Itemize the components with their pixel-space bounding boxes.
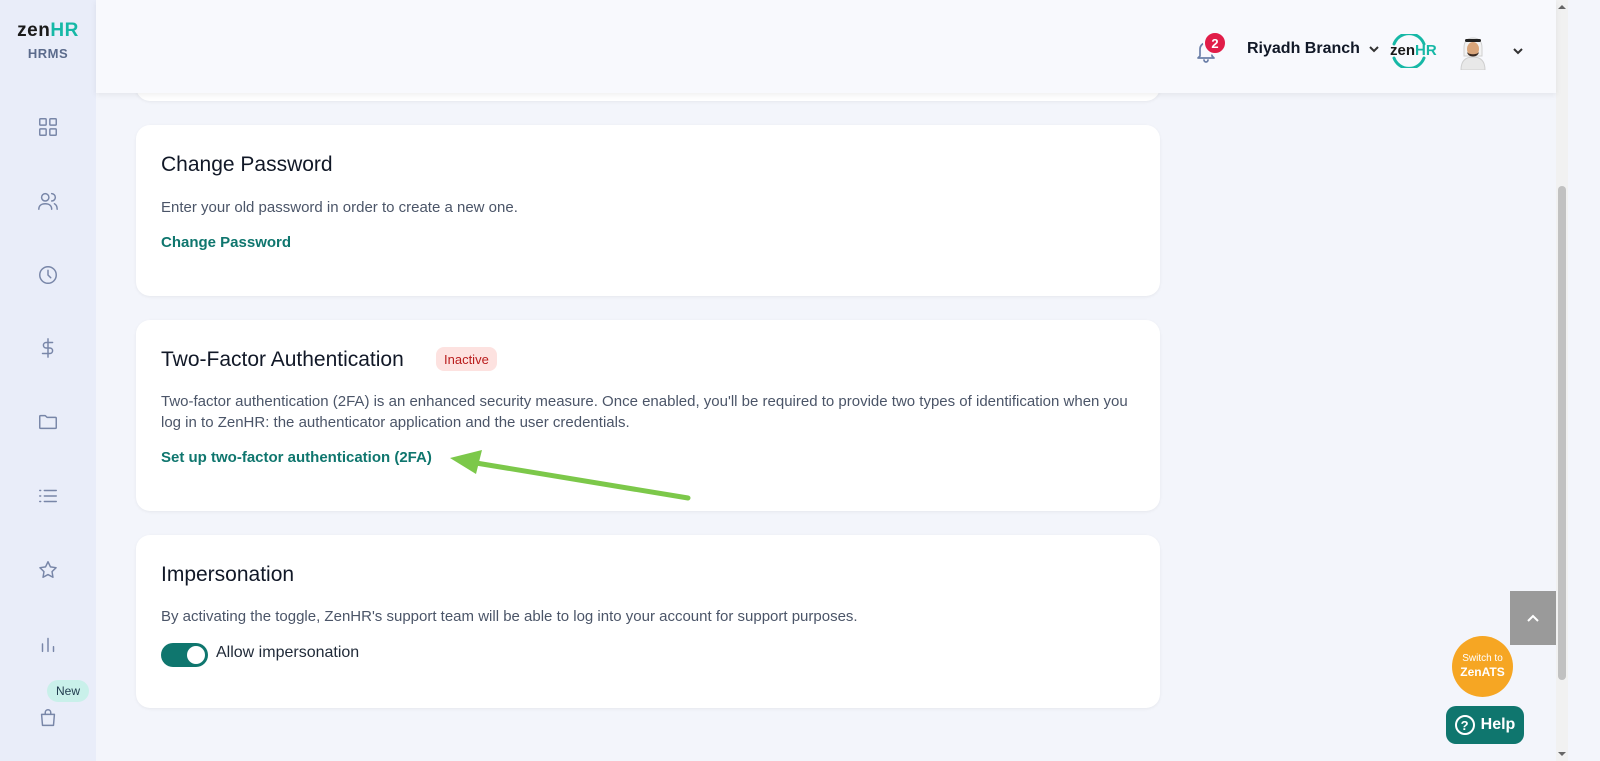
page-scrollbar[interactable] [1556,0,1568,761]
help-button[interactable]: ? Help [1446,706,1524,744]
shopping-bag-icon [40,709,56,727]
sidebar-item-reports[interactable] [28,624,68,664]
two-factor-card: Two-Factor Authentication Inactive Two-f… [136,320,1160,511]
two-factor-description: Two-factor authentication (2FA) is an en… [161,393,1128,431]
logo-subtitle: HRMS [27,46,69,61]
impersonation-title: Impersonation [161,563,295,586]
two-factor-title: Two-Factor Authentication [161,348,404,371]
sidebar-item-marketplace[interactable] [28,698,68,738]
branch-selector[interactable]: Riyadh Branch [1247,40,1380,58]
branch-name: Riyadh Branch [1247,40,1360,57]
chart-icon [41,637,55,653]
scroll-up-arrow-icon[interactable] [1556,2,1568,12]
back-to-top-button[interactable] [1510,591,1556,645]
sidebar-item-attendance[interactable] [28,255,68,295]
clock-icon [39,266,57,284]
notification-count-badge: 2 [1203,31,1227,55]
chevron-down-icon [1513,48,1523,55]
folder-icon [39,414,57,430]
sidebar-item-performance[interactable] [28,550,68,590]
top-header: 2 Riyadh Branch zenHR [96,0,1556,93]
chevron-up-icon [1527,614,1539,622]
chevron-down-icon [1369,46,1379,53]
change-password-description: Enter your old password in order to crea… [161,199,518,216]
list-icon [39,489,57,503]
impersonation-card: Impersonation By activating the toggle, … [136,535,1160,708]
change-password-link[interactable]: Change Password [161,234,291,251]
people-icon [38,192,58,210]
sidebar-item-dashboard[interactable] [28,107,68,147]
dollar-icon [41,338,54,358]
question-icon: ? [1454,715,1475,735]
impersonation-description: By activating the toggle, ZenHR's suppor… [161,608,858,625]
sidebar-item-documents[interactable] [28,402,68,442]
switch-to-zenats-button[interactable]: Switch to ZenATS [1452,636,1513,697]
toggle-knob [187,646,205,664]
scroll-thumb[interactable] [1558,186,1566,680]
change-password-card: Change Password Enter your old password … [136,125,1160,296]
company-logo[interactable]: zenHR [1386,34,1437,68]
company-logo-hr: HR [1415,42,1437,59]
change-password-title: Change Password [161,153,333,176]
user-menu-toggle[interactable] [1512,44,1524,62]
user-avatar-icon [1460,37,1486,71]
impersonation-toggle[interactable] [161,643,208,667]
switch-line-1: Switch to [1462,653,1503,664]
impersonation-toggle-label: Allow impersonation [216,644,360,661]
status-badge: Inactive [436,347,497,371]
logo-zen: zen [17,20,51,41]
sidebar-item-requests[interactable] [28,476,68,516]
sidebar: zenHR HRMS New [0,0,96,761]
scroll-down-arrow-icon[interactable] [1556,749,1568,759]
avatar[interactable] [1458,36,1488,71]
switch-line-2: ZenATS [1460,665,1505,679]
setup-2fa-link[interactable]: Set up two-factor authentication (2FA) [161,449,432,466]
sidebar-item-employees[interactable] [28,181,68,221]
sidebar-item-payroll[interactable] [28,328,68,368]
dashboard-icon [39,118,57,136]
company-logo-zen: zen [1390,42,1416,59]
logo-hr: HR [50,20,79,41]
star-icon [39,561,57,578]
help-label: Help [1480,716,1516,733]
zenhr-logo[interactable]: zenHR HRMS [0,20,96,61]
